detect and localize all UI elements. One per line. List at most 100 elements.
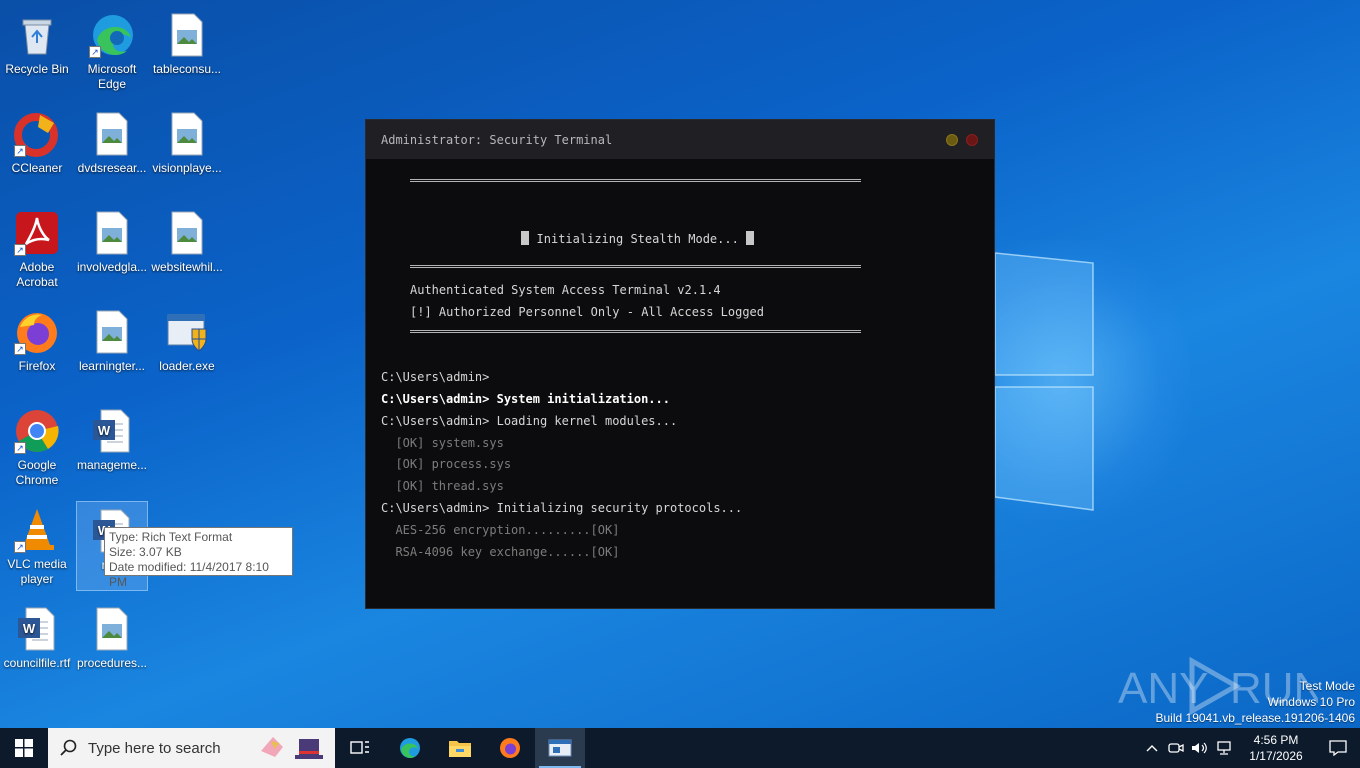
desktop-icon-label: Microsoft Edge (87, 62, 137, 91)
taskbar-firefox-button[interactable] (485, 728, 535, 768)
clock-time: 4:56 PM (1253, 733, 1299, 747)
stealth-banner-text: Initializing Stealth Mode... (536, 232, 739, 246)
taskbar-clock[interactable]: 4:56 PM 1/17/2026 (1236, 732, 1316, 764)
desktop-icon-loader-exe[interactable]: loader.exe (151, 303, 223, 393)
desktop-icon-word-doc[interactable]: W manageme... (76, 402, 148, 492)
taskbar-search-box[interactable]: Type here to search (48, 728, 335, 768)
desktop-icon-label: dvdsresear... (77, 161, 147, 175)
network-icon (1217, 741, 1231, 755)
desktop-icon-label: procedures... (76, 656, 148, 670)
action-center-button[interactable] (1316, 728, 1360, 768)
terminal-line: RSA-4096 key exchange......[OK] (381, 545, 620, 559)
desktop-icon-label: Google Chrome (15, 458, 59, 487)
desktop-icon-recycle-bin[interactable]: Recycle Bin (1, 6, 73, 96)
folder-icon (449, 741, 471, 757)
header-line: Authenticated System Access Terminal v2.… (410, 283, 721, 297)
show-hidden-icons-button[interactable] (1140, 728, 1164, 768)
image-file-icon (89, 111, 135, 157)
desktop-icon-file[interactable]: procedures... (76, 600, 148, 690)
minimize-button[interactable] (946, 134, 958, 146)
desktop-icon-word-doc[interactable]: W councilfile.rtf (1, 600, 73, 690)
desktop-icon-firefox[interactable]: ↗ Firefox (1, 303, 73, 393)
desktop-icon-file[interactable]: visionplaye... (151, 105, 223, 195)
search-placeholder: Type here to search (88, 739, 221, 757)
chevron-up-icon (1146, 745, 1158, 752)
desktop-icon-label: learningter... (78, 359, 146, 373)
terminal-body[interactable]: Initializing Stealth Mode... Authenticat… (366, 159, 994, 609)
tooltip-date-modified: Date modified: 11/4/2017 8:10 PM (109, 560, 269, 589)
start-button[interactable] (0, 728, 48, 768)
taskbar-file-explorer-button[interactable] (435, 728, 485, 768)
desktop-icon-microsoft-edge[interactable]: ↗ Microsoft Edge (76, 6, 148, 96)
desktop-icon-file[interactable]: involvedgla... (76, 204, 148, 294)
desktop-icon-label: visionplaye... (152, 161, 222, 175)
firefox-icon (500, 738, 520, 758)
desktop-icon-label: involvedgla... (76, 260, 148, 274)
terminal-title: Administrator: Security Terminal (381, 132, 613, 147)
acrobat-icon: ↗ (14, 210, 60, 256)
close-button[interactable] (966, 134, 978, 146)
build-label: Build 19041.vb_release.191206-1406 (1155, 711, 1356, 725)
camera-icon (1168, 743, 1184, 753)
desktop-icon-label: councilfile.rtf (3, 656, 71, 670)
terminal-title-bar[interactable]: Administrator: Security Terminal (366, 120, 994, 159)
desktop-icon-label: manageme... (76, 458, 148, 472)
speaker-icon (1192, 742, 1207, 754)
banner-rule (410, 330, 861, 333)
task-view-button[interactable] (335, 728, 385, 768)
desktop-icon-file[interactable]: websitewhil... (151, 204, 223, 294)
image-file-icon (164, 210, 210, 256)
desktop-icon-label: tableconsu... (152, 62, 222, 76)
image-file-icon (89, 210, 135, 256)
desktop-icon-adobe-acrobat[interactable]: ↗ Adobe Acrobat (1, 204, 73, 294)
task-view-icon (350, 741, 369, 754)
banner-rule (410, 179, 861, 182)
tooltip-type: Type: Rich Text Format (109, 530, 233, 544)
test-mode-label: Test Mode (1299, 679, 1355, 693)
terminal-line: C:\Users\admin> Initializing security pr… (381, 501, 743, 515)
security-terminal-window[interactable]: Administrator: Security Terminal Initial… (365, 119, 995, 609)
desktop-icon-label: Recycle Bin (5, 62, 69, 76)
file-tooltip: Type: Rich Text Format Size: 3.07 KB Dat… (104, 527, 293, 589)
terminal-line: AES-256 encryption.........[OK] (381, 523, 620, 537)
network-button[interactable] (1212, 728, 1236, 768)
notification-icon (1329, 740, 1347, 756)
edge-icon (400, 738, 420, 758)
executable-shield-icon (164, 309, 210, 355)
svg-text:W: W (23, 621, 36, 636)
svg-text:W: W (98, 423, 111, 438)
word-document-icon: W (89, 408, 135, 454)
app-window-icon (548, 739, 572, 757)
vlc-cone-icon: ↗ (14, 507, 60, 553)
meet-now-button[interactable] (1164, 728, 1188, 768)
desktop-icon-file[interactable]: tableconsu... (151, 6, 223, 96)
chrome-icon: ↗ (14, 408, 60, 454)
image-file-icon (89, 309, 135, 355)
firefox-icon: ↗ (14, 309, 60, 355)
windows-wallpaper-logo (995, 252, 1094, 511)
desktop-icon-label: loader.exe (159, 359, 215, 373)
desktop-icon-file[interactable]: learningter... (76, 303, 148, 393)
terminal-line: [OK] thread.sys (381, 479, 504, 493)
cursor-block-icon (521, 231, 530, 245)
system-tray: 4:56 PM 1/17/2026 (1140, 728, 1360, 768)
windows-build-info: Test Mode Windows 10 Pro Build 19041.vb_… (1156, 678, 1356, 726)
ccleaner-icon: ↗ (14, 111, 60, 157)
clock-date: 1/17/2026 (1249, 749, 1303, 763)
word-document-icon: W (14, 606, 60, 652)
header-line: [!] Authorized Personnel Only - All Acce… (410, 305, 765, 319)
cursor-block-icon (746, 231, 755, 245)
terminal-line: C:\Users\admin> Loading kernel modules..… (381, 414, 678, 428)
taskbar-terminal-button[interactable] (535, 728, 585, 768)
desktop-icon-google-chrome[interactable]: ↗ Google Chrome (1, 402, 73, 492)
volume-button[interactable] (1188, 728, 1212, 768)
desktop-icon-file[interactable]: dvdsresear... (76, 105, 148, 195)
desktop-icon-vlc[interactable]: ↗ VLC media player (1, 501, 73, 591)
terminal-line: C:\Users\admin> System initialization... (381, 392, 670, 406)
edge-icon: ↗ (89, 12, 135, 58)
recycle-bin-icon (14, 12, 60, 58)
taskbar-edge-button[interactable] (385, 728, 435, 768)
desktop-icon-label: CCleaner (11, 161, 63, 175)
desktop-icon-ccleaner[interactable]: ↗ CCleaner (1, 105, 73, 195)
windows-start-icon (15, 739, 33, 757)
